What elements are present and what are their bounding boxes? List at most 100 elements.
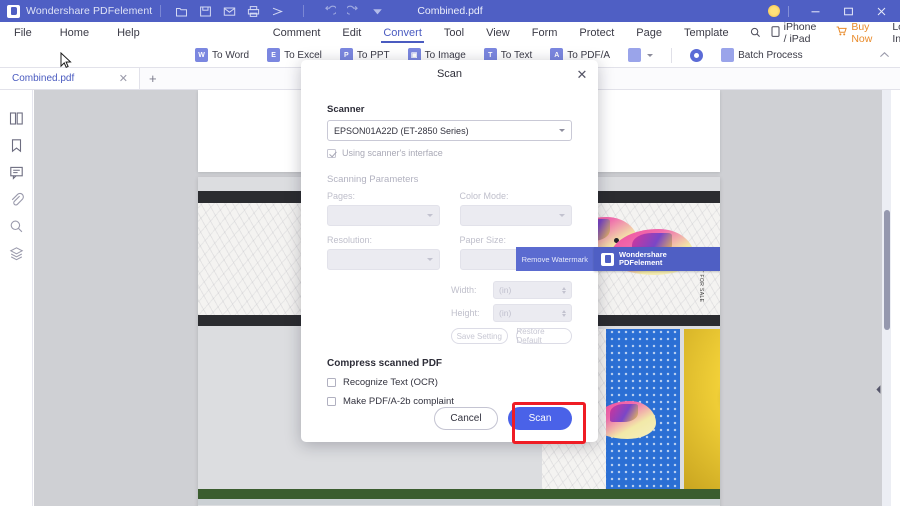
collapse-right-panel-button[interactable] <box>874 380 882 398</box>
sidebar-item-attachments[interactable] <box>0 186 33 213</box>
titlebar-divider <box>160 5 162 17</box>
menu-item-home[interactable]: Home <box>46 27 103 39</box>
scan-circle-icon <box>690 48 704 62</box>
undo-icon[interactable] <box>323 5 337 18</box>
tab-form[interactable]: Form <box>521 27 569 39</box>
tab-template[interactable]: Template <box>673 27 740 39</box>
menu-bar: File Home Help Comment Edit Convert Tool… <box>0 21 900 45</box>
tab-comment[interactable]: Comment <box>262 27 332 39</box>
chevron-up-icon[interactable] <box>879 46 900 64</box>
sidebar-item-search[interactable] <box>0 213 33 240</box>
scanner-select[interactable]: EPSON01A22D (ET-2850 Series) <box>327 120 572 141</box>
close-button[interactable] <box>865 0 898 22</box>
resolution-label: Resolution: <box>327 235 373 245</box>
height-placeholder: (in) <box>499 308 512 318</box>
iphone-ipad-button[interactable]: iPhone / iPad <box>761 21 827 45</box>
pages-label: Pages: <box>327 191 356 201</box>
to-word-label: To Word <box>212 49 250 61</box>
scanner-select-value: EPSON01A22D (ET-2850 Series) <box>334 125 469 136</box>
app-logo-icon <box>7 4 20 18</box>
log-in-button[interactable]: Log In <box>882 21 900 45</box>
using-scanner-interface-row[interactable]: Using scanner's interface <box>327 148 572 158</box>
search-icon[interactable] <box>750 27 761 38</box>
cancel-button[interactable]: Cancel <box>434 406 498 430</box>
to-word-button[interactable]: W To Word <box>186 48 258 62</box>
email-icon[interactable] <box>223 5 236 18</box>
app-name-label: Wondershare PDFelement <box>26 5 153 17</box>
recognize-text-row[interactable]: Recognize Text (OCR) <box>327 377 572 388</box>
chevron-down-icon <box>647 53 654 57</box>
save-setting-button[interactable]: Save Setting <box>451 328 508 344</box>
add-tab-button[interactable]: + <box>140 68 166 89</box>
left-panel-rail <box>0 90 40 506</box>
width-label: Width: <box>451 285 477 295</box>
restore-default-button[interactable]: Restore Default <box>515 327 572 345</box>
photo-band-bottom-2 <box>198 499 720 505</box>
recognize-text-label: Recognize Text (OCR) <box>343 377 438 388</box>
watermark-brand-line-2: PDFelement <box>619 258 663 267</box>
share-icon[interactable] <box>271 5 284 18</box>
menu-item-help[interactable]: Help <box>103 27 154 39</box>
scan-dialog-footer: Cancel Scan <box>301 394 598 442</box>
print-icon[interactable] <box>247 5 260 18</box>
resolution-select[interactable] <box>327 249 440 270</box>
redo-icon[interactable] <box>347 5 360 18</box>
width-input[interactable]: (in) <box>493 281 572 299</box>
wondershare-watermark-banner: Wondershare PDFelement <box>594 247 720 271</box>
word-icon: W <box>195 48 208 62</box>
menu-center-group: Comment Edit Convert Tool View Form Prot… <box>262 27 761 43</box>
tab-tool[interactable]: Tool <box>433 27 475 39</box>
chevron-down-icon <box>559 129 565 132</box>
tab-protect[interactable]: Protect <box>568 27 625 39</box>
scan-dialog-header: Scan ✕ <box>301 60 598 88</box>
scan-button[interactable] <box>681 48 712 62</box>
close-icon[interactable]: ✕ <box>575 67 589 81</box>
to-excel-label: To Excel <box>284 49 322 61</box>
mouse-cursor <box>60 51 72 74</box>
width-stepper[interactable] <box>562 286 566 294</box>
titlebar-divider-2 <box>303 5 305 17</box>
sun-icon[interactable] <box>768 5 780 17</box>
menu-left-group: File Home Help <box>0 27 154 39</box>
tab-page[interactable]: Page <box>625 27 673 39</box>
tab-view[interactable]: View <box>475 27 521 39</box>
close-icon[interactable]: ✕ <box>116 72 131 85</box>
sidebar-item-bookmarks[interactable] <box>0 132 33 159</box>
open-folder-icon[interactable] <box>175 5 188 18</box>
remove-watermark-button[interactable]: Remove Watermark <box>515 247 594 271</box>
height-stepper[interactable] <box>562 309 566 317</box>
batch-process-button[interactable]: Batch Process <box>712 48 811 62</box>
paper-size-label: Paper Size: <box>459 235 507 245</box>
color-mode-label: Color Mode: <box>459 191 509 201</box>
maximize-button[interactable] <box>832 0 865 22</box>
pages-select[interactable] <box>327 205 440 226</box>
minimize-button[interactable] <box>799 0 832 22</box>
batch-process-label: Batch Process <box>738 49 803 61</box>
sidebar-item-comments[interactable] <box>0 159 33 186</box>
to-pdfa-label: To PDF/A <box>567 49 611 61</box>
menu-right-group: iPhone / iPad Buy Now Log In <box>761 21 900 45</box>
pdfelement-logo-icon <box>601 252 614 266</box>
scanner-label: Scanner <box>327 104 365 115</box>
save-icon[interactable] <box>199 5 212 18</box>
vertical-scrollbar[interactable] <box>882 90 891 506</box>
more-formats-icon <box>628 48 642 62</box>
color-mode-select[interactable] <box>459 205 572 226</box>
sidebar-item-thumbnails[interactable] <box>0 105 33 132</box>
tab-convert[interactable]: Convert <box>372 27 433 43</box>
scan-submit-button[interactable]: Scan <box>508 406 572 430</box>
sidebar-item-layers[interactable] <box>0 240 33 267</box>
menu-item-file[interactable]: File <box>0 27 46 39</box>
more-formats-button[interactable] <box>619 48 662 62</box>
iphone-ipad-label: iPhone / iPad <box>783 20 817 45</box>
log-in-label: Log In <box>892 20 900 45</box>
height-row: Height: (in) <box>451 304 572 322</box>
buy-now-button[interactable]: Buy Now <box>826 21 882 45</box>
recognize-text-checkbox[interactable] <box>327 378 336 387</box>
buy-now-label: Buy Now <box>851 20 873 45</box>
height-input[interactable]: (in) <box>493 304 572 322</box>
customize-dropdown-icon[interactable] <box>371 5 384 18</box>
vertical-scrollbar-thumb[interactable] <box>883 210 890 330</box>
tab-edit[interactable]: Edit <box>331 27 372 39</box>
using-scanner-interface-checkbox[interactable] <box>327 148 336 158</box>
